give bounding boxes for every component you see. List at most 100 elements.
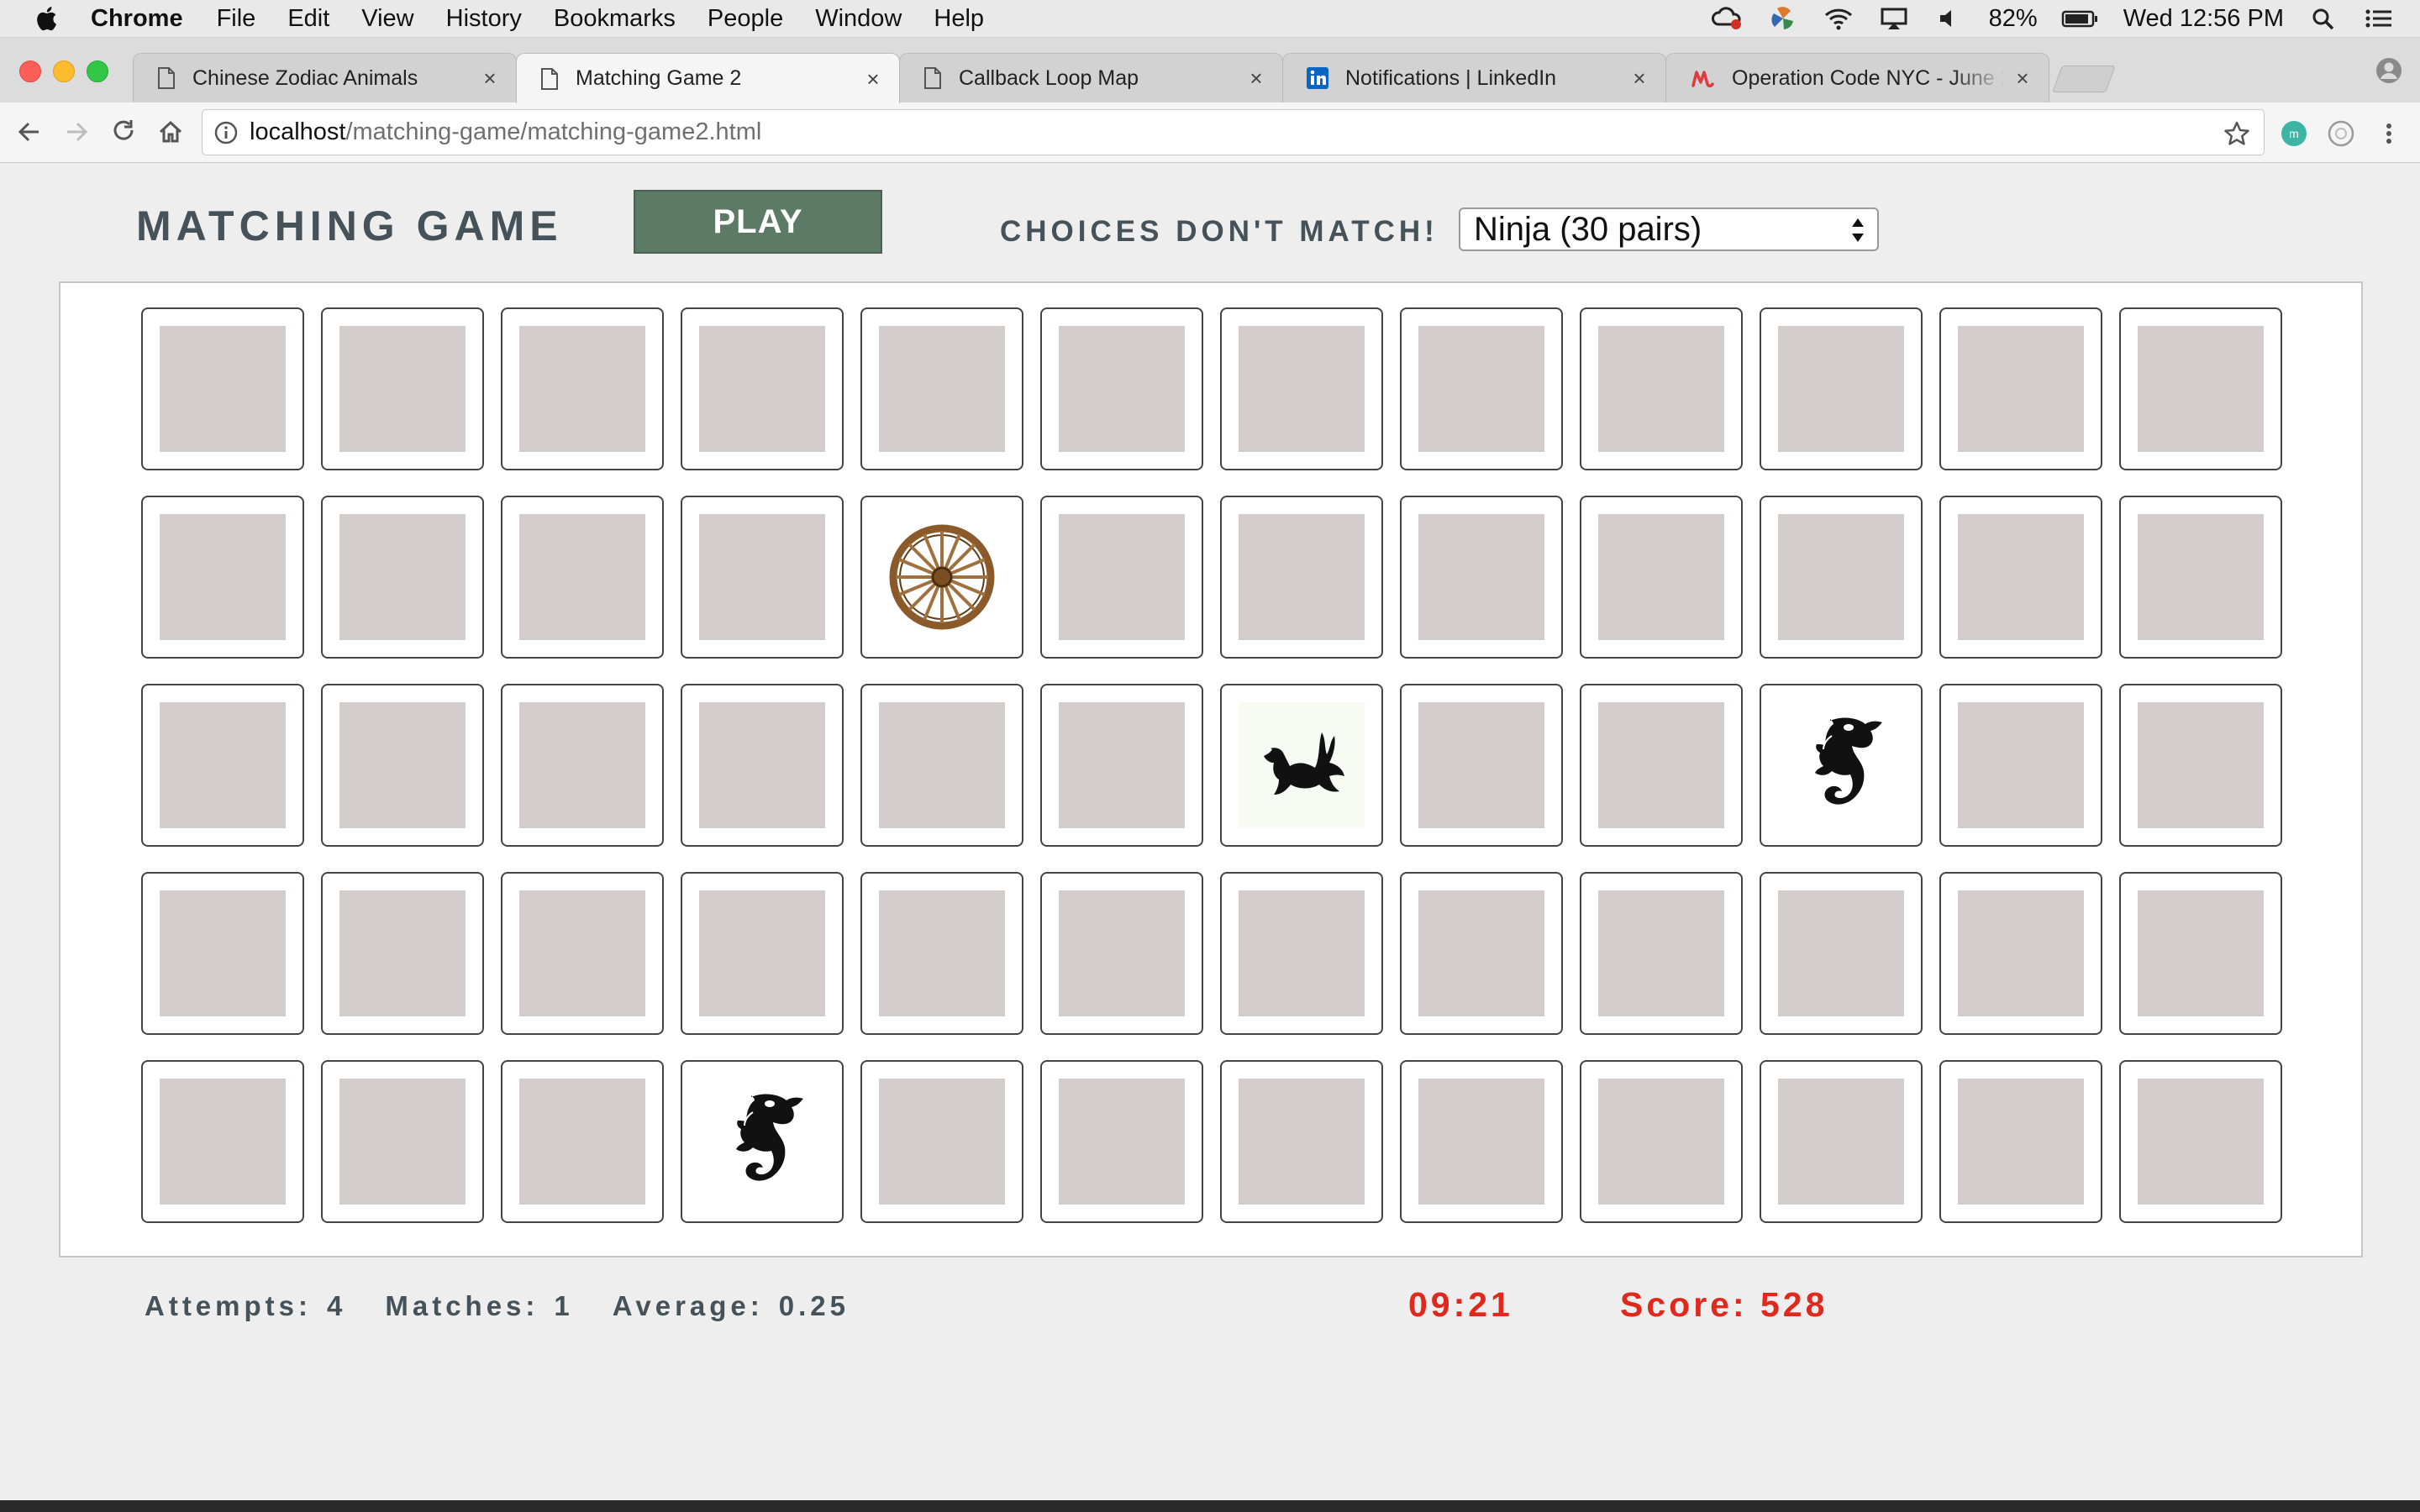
menu-people[interactable]: People bbox=[708, 5, 783, 33]
card-r5-c1[interactable] bbox=[141, 1060, 304, 1223]
tab-callback-loop-map[interactable]: Callback Loop Map × bbox=[899, 53, 1283, 102]
card-r5-c10[interactable] bbox=[1760, 1060, 1923, 1223]
card-r3-c10[interactable] bbox=[1760, 684, 1923, 847]
card-r5-c5[interactable] bbox=[860, 1060, 1023, 1223]
window-close-button[interactable] bbox=[19, 60, 41, 82]
card-r4-c12[interactable] bbox=[2119, 872, 2282, 1035]
app-menu-chrome[interactable]: Chrome bbox=[91, 5, 183, 33]
menubar-clock[interactable]: Wed 12:56 PM bbox=[2123, 5, 2284, 33]
home-icon[interactable] bbox=[155, 116, 187, 148]
card-r1-c9[interactable] bbox=[1580, 307, 1743, 470]
back-arrow-icon[interactable] bbox=[13, 116, 45, 148]
card-r5-c3[interactable] bbox=[501, 1060, 664, 1223]
card-r1-c2[interactable] bbox=[321, 307, 484, 470]
menu-help[interactable]: Help bbox=[934, 5, 984, 33]
card-r5-c4[interactable] bbox=[681, 1060, 844, 1223]
card-r2-c9[interactable] bbox=[1580, 496, 1743, 659]
card-r5-c2[interactable] bbox=[321, 1060, 484, 1223]
card-r4-c11[interactable] bbox=[1939, 872, 2102, 1035]
card-r1-c3[interactable] bbox=[501, 307, 664, 470]
menu-window[interactable]: Window bbox=[815, 5, 902, 33]
tab-chinese-zodiac-animals[interactable]: Chinese Zodiac Animals × bbox=[133, 53, 517, 102]
card-r2-c8[interactable] bbox=[1400, 496, 1563, 659]
card-r1-c8[interactable] bbox=[1400, 307, 1563, 470]
extension-grey-icon[interactable] bbox=[2327, 119, 2355, 148]
window-zoom-button[interactable] bbox=[87, 60, 108, 82]
card-r1-c4[interactable] bbox=[681, 307, 844, 470]
card-r5-c11[interactable] bbox=[1939, 1060, 2102, 1223]
card-r2-c3[interactable] bbox=[501, 496, 664, 659]
spotlight-search-icon[interactable] bbox=[2307, 6, 2339, 31]
address-bar[interactable]: localhost/matching-game/matching-game2.h… bbox=[202, 109, 2265, 155]
card-r4-c1[interactable] bbox=[141, 872, 304, 1035]
card-r5-c12[interactable] bbox=[2119, 1060, 2282, 1223]
play-button[interactable]: PLAY bbox=[634, 190, 882, 254]
notification-center-icon[interactable] bbox=[2363, 6, 2395, 31]
card-r1-c12[interactable] bbox=[2119, 307, 2282, 470]
menu-file[interactable]: File bbox=[217, 5, 256, 33]
tab-matching-game-2[interactable]: Matching Game 2 × bbox=[516, 53, 900, 103]
card-r3-c9[interactable] bbox=[1580, 684, 1743, 847]
card-r3-c5[interactable] bbox=[860, 684, 1023, 847]
card-r2-c7[interactable] bbox=[1220, 496, 1383, 659]
card-r3-c6[interactable] bbox=[1040, 684, 1203, 847]
info-icon[interactable] bbox=[214, 121, 238, 144]
card-r2-c10[interactable] bbox=[1760, 496, 1923, 659]
tab-close-icon[interactable]: × bbox=[481, 67, 499, 89]
battery-icon[interactable] bbox=[2061, 6, 2100, 31]
card-r3-c12[interactable] bbox=[2119, 684, 2282, 847]
card-r5-c8[interactable] bbox=[1400, 1060, 1563, 1223]
card-r2-c1[interactable] bbox=[141, 496, 304, 659]
tab-close-icon[interactable]: × bbox=[1630, 67, 1649, 89]
menu-history[interactable]: History bbox=[446, 5, 522, 33]
wifi-icon[interactable] bbox=[1823, 6, 1854, 31]
apple-icon[interactable] bbox=[34, 4, 62, 33]
card-r4-c3[interactable] bbox=[501, 872, 664, 1035]
card-r2-c2[interactable] bbox=[321, 496, 484, 659]
card-r3-c1[interactable] bbox=[141, 684, 304, 847]
card-r4-c2[interactable] bbox=[321, 872, 484, 1035]
bookmark-star-icon[interactable] bbox=[2223, 120, 2250, 147]
extension-teal-icon[interactable]: m bbox=[2280, 119, 2308, 148]
card-r5-c6[interactable] bbox=[1040, 1060, 1203, 1223]
menu-bookmarks[interactable]: Bookmarks bbox=[554, 5, 676, 33]
card-r1-c1[interactable] bbox=[141, 307, 304, 470]
card-r3-c3[interactable] bbox=[501, 684, 664, 847]
card-r4-c4[interactable] bbox=[681, 872, 844, 1035]
card-r5-c7[interactable] bbox=[1220, 1060, 1383, 1223]
profile-icon[interactable] bbox=[2375, 56, 2403, 85]
new-tab-button[interactable] bbox=[2052, 66, 2116, 92]
card-r1-c7[interactable] bbox=[1220, 307, 1383, 470]
card-r3-c8[interactable] bbox=[1400, 684, 1563, 847]
card-r2-c5[interactable] bbox=[860, 496, 1023, 659]
tab-operation-code-nyc[interactable]: Operation Code NYC - June 20 × bbox=[1665, 53, 2049, 102]
card-r3-c2[interactable] bbox=[321, 684, 484, 847]
forward-arrow-icon[interactable] bbox=[60, 116, 92, 148]
creative-cloud-icon[interactable] bbox=[1711, 6, 1744, 31]
airplay-icon[interactable] bbox=[1878, 6, 1910, 31]
tab-close-icon[interactable]: × bbox=[2013, 67, 2032, 89]
card-r3-c11[interactable] bbox=[1939, 684, 2102, 847]
card-r1-c10[interactable] bbox=[1760, 307, 1923, 470]
menu-view[interactable]: View bbox=[361, 5, 413, 33]
card-r4-c8[interactable] bbox=[1400, 872, 1563, 1035]
card-r4-c5[interactable] bbox=[860, 872, 1023, 1035]
menu-edit[interactable]: Edit bbox=[287, 5, 329, 33]
card-r2-c11[interactable] bbox=[1939, 496, 2102, 659]
tab-notifications-linkedin[interactable]: Notifications | LinkedIn × bbox=[1282, 53, 1666, 102]
level-select[interactable]: Ninja (30 pairs) bbox=[1459, 207, 1879, 251]
card-r2-c12[interactable] bbox=[2119, 496, 2282, 659]
card-r4-c9[interactable] bbox=[1580, 872, 1743, 1035]
card-r4-c6[interactable] bbox=[1040, 872, 1203, 1035]
card-r3-c7[interactable] bbox=[1220, 684, 1383, 847]
card-r2-c6[interactable] bbox=[1040, 496, 1203, 659]
card-r1-c11[interactable] bbox=[1939, 307, 2102, 470]
tab-close-icon[interactable]: × bbox=[1247, 67, 1265, 89]
volume-icon[interactable] bbox=[1933, 6, 1965, 31]
tab-close-icon[interactable]: × bbox=[864, 68, 882, 90]
card-r4-c10[interactable] bbox=[1760, 872, 1923, 1035]
card-r2-c4[interactable] bbox=[681, 496, 844, 659]
pinwheel-icon[interactable] bbox=[1767, 6, 1799, 31]
card-r1-c5[interactable] bbox=[860, 307, 1023, 470]
card-r1-c6[interactable] bbox=[1040, 307, 1203, 470]
